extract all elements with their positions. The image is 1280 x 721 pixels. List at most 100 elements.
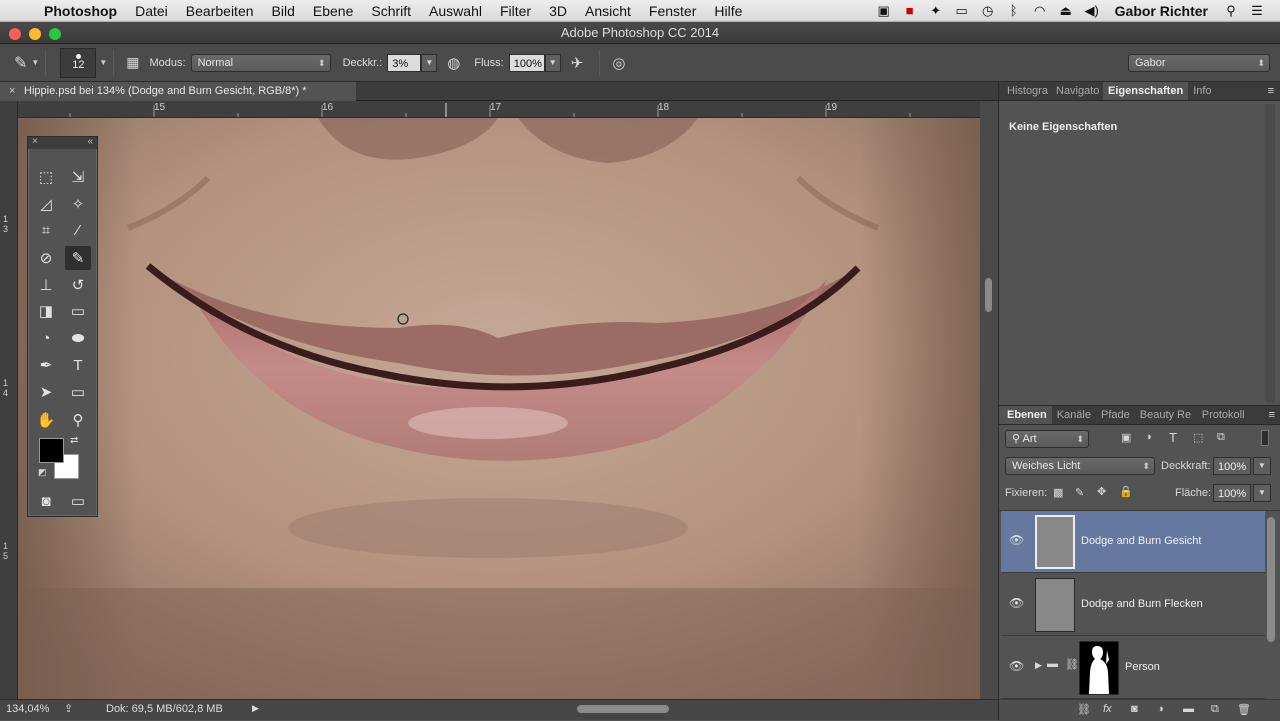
- menu-filter[interactable]: Filter: [491, 3, 540, 19]
- filter-type-icon[interactable]: T: [1169, 430, 1177, 445]
- lock-all-icon[interactable]: 🔒: [1119, 485, 1133, 498]
- quick-select-tool-icon[interactable]: ✧: [65, 192, 91, 216]
- shape-tool-icon[interactable]: ▭: [65, 380, 91, 404]
- menu-app[interactable]: Photoshop: [44, 3, 126, 19]
- tab-histogram[interactable]: Histogra: [999, 82, 1051, 100]
- pressure-opacity-icon[interactable]: ◍: [447, 54, 460, 72]
- filter-shape-icon[interactable]: ⬚: [1193, 431, 1203, 444]
- healing-brush-tool-icon[interactable]: ⊘: [33, 246, 59, 270]
- eyedropper-tool-icon[interactable]: ⁄: [65, 218, 91, 242]
- quick-mask-icon[interactable]: ◙: [33, 489, 59, 513]
- tab-navigator[interactable]: Navigato: [1051, 82, 1103, 100]
- tab-history[interactable]: Protokoll: [1197, 406, 1250, 424]
- menu-schrift[interactable]: Schrift: [362, 3, 420, 19]
- brush-panel-icon[interactable]: ▦: [126, 54, 139, 71]
- clone-stamp-tool-icon[interactable]: ⊥: [33, 273, 59, 297]
- modus-select[interactable]: Normal: [190, 53, 331, 72]
- delete-layer-icon[interactable]: 🗑: [1237, 703, 1251, 716]
- menu-ebene[interactable]: Ebene: [304, 3, 362, 19]
- zoom-level[interactable]: 134,04%: [6, 703, 49, 715]
- swap-colors-icon[interactable]: ⇄: [70, 435, 78, 446]
- visibility-eye-icon[interactable]: 👁: [1009, 659, 1024, 673]
- zoom-window-button[interactable]: [49, 28, 61, 40]
- screen-mode-icon[interactable]: ▭: [65, 489, 91, 513]
- layers-menu-icon[interactable]: ≡: [1269, 406, 1280, 424]
- hand-tool-icon[interactable]: ✋: [33, 408, 59, 432]
- menu-auswahl[interactable]: Auswahl: [420, 3, 491, 19]
- layer-row[interactable]: 👁 Dodge and Burn Gesicht: [1001, 511, 1265, 573]
- menu-ansicht[interactable]: Ansicht: [576, 3, 640, 19]
- brush-tool-icon[interactable]: ✎: [65, 246, 91, 270]
- airbrush-icon[interactable]: ✈: [571, 54, 584, 72]
- filter-pixel-icon[interactable]: ▣: [1121, 431, 1131, 444]
- airplay-icon[interactable]: ▭: [949, 3, 975, 19]
- document-tab[interactable]: × Hippie.psd bei 134% (Dodge and Burn Ge…: [0, 82, 356, 101]
- flow-dropdown-icon[interactable]: ▼: [544, 53, 561, 72]
- volume-icon[interactable]: ◀): [1079, 3, 1105, 19]
- time-machine-icon[interactable]: ◷: [975, 3, 1001, 19]
- lasso-tool-icon[interactable]: ◿: [33, 192, 59, 216]
- tab-properties[interactable]: Eigenschaften: [1103, 82, 1189, 100]
- close-window-button[interactable]: [9, 28, 21, 40]
- new-layer-icon[interactable]: ⧉: [1211, 703, 1219, 716]
- menu-bearbeiten[interactable]: Bearbeiten: [177, 3, 263, 19]
- zoom-tool-icon[interactable]: ⚲: [65, 408, 91, 432]
- share-icon[interactable]: ⇪: [64, 702, 73, 715]
- vertical-scrollbar[interactable]: [980, 101, 998, 699]
- layer-filter-select[interactable]: ⚲ Art: [1005, 430, 1089, 448]
- tab-paths[interactable]: Pfade: [1096, 406, 1135, 424]
- minimize-window-button[interactable]: [29, 28, 41, 40]
- pressure-size-icon[interactable]: ◎: [612, 54, 625, 72]
- opacity-dropdown-icon[interactable]: ▼: [421, 53, 438, 72]
- marquee-tool-icon[interactable]: ⬚: [33, 165, 59, 189]
- properties-scrollbar[interactable]: [1265, 104, 1275, 402]
- collapse-tools-icon[interactable]: «: [87, 136, 93, 147]
- link-icon[interactable]: ⛓: [1065, 658, 1079, 671]
- layer-row[interactable]: 👁 Dodge and Burn Flecken: [1001, 574, 1265, 636]
- type-tool-icon[interactable]: T: [65, 353, 91, 377]
- filter-adjustment-icon[interactable]: ◑: [1145, 431, 1152, 443]
- doc-size[interactable]: Dok: 69,5 MB/602,8 MB: [106, 703, 223, 715]
- layer-opacity-field[interactable]: 100%: [1213, 457, 1251, 475]
- link-layers-icon[interactable]: ⛓: [1077, 703, 1091, 716]
- close-tools-icon[interactable]: ×: [32, 136, 38, 147]
- crop-tool-icon[interactable]: ⌗: [33, 218, 59, 242]
- layer-row[interactable]: 👁 ▶ ▬ ⛓ Person: [1001, 637, 1265, 699]
- add-mask-icon[interactable]: ◙: [1131, 703, 1138, 715]
- tools-panel-header[interactable]: × «: [28, 136, 97, 149]
- visibility-eye-icon[interactable]: 👁: [1009, 596, 1024, 610]
- close-document-icon[interactable]: ×: [9, 82, 15, 101]
- move-tool-icon[interactable]: ⇲: [65, 165, 91, 189]
- eraser-tool-icon[interactable]: ◨: [33, 299, 59, 323]
- tab-layers[interactable]: Ebenen: [999, 406, 1052, 424]
- brush-size-picker[interactable]: 12: [60, 47, 97, 78]
- lock-image-icon[interactable]: ✎: [1075, 486, 1084, 499]
- blend-mode-select[interactable]: Weiches Licht: [1005, 457, 1155, 475]
- layer-opacity-dropdown-icon[interactable]: ▼: [1253, 457, 1271, 475]
- scroll-thumb[interactable]: [985, 278, 992, 312]
- menu-bild[interactable]: Bild: [263, 3, 304, 19]
- lock-position-icon[interactable]: ✥: [1097, 485, 1106, 498]
- expand-group-icon[interactable]: ▶: [1035, 660, 1042, 671]
- eject-icon[interactable]: ⏏: [1053, 3, 1079, 19]
- brush-tool-preset-icon[interactable]: ✎: [14, 53, 27, 73]
- horizontal-scrollbar[interactable]: [577, 705, 669, 713]
- notification-list-icon[interactable]: ☰: [1244, 3, 1270, 19]
- filter-toggle[interactable]: [1261, 430, 1269, 446]
- menu-fenster[interactable]: Fenster: [640, 3, 705, 19]
- horizontal-ruler[interactable]: 15 16 17 18 19: [18, 101, 980, 118]
- layers-scrollbar[interactable]: [1267, 517, 1275, 642]
- dodge-tool-icon[interactable]: ⬬: [65, 326, 91, 350]
- tab-channels[interactable]: Kanäle: [1052, 406, 1096, 424]
- path-select-tool-icon[interactable]: ➤: [33, 380, 59, 404]
- document-canvas[interactable]: [18, 118, 980, 699]
- history-brush-tool-icon[interactable]: ↺: [65, 273, 91, 297]
- fill-field[interactable]: 100%: [1213, 484, 1251, 502]
- layer-style-fx-icon[interactable]: fx: [1103, 703, 1112, 715]
- filter-smart-object-icon[interactable]: ⧉: [1217, 431, 1225, 444]
- lock-transparency-icon[interactable]: ▩: [1053, 486, 1063, 499]
- display-icon[interactable]: ▣: [871, 3, 897, 19]
- tab-info[interactable]: Info: [1188, 82, 1216, 100]
- new-adjustment-icon[interactable]: ◑: [1157, 703, 1164, 715]
- workspace-select[interactable]: Gabor: [1128, 53, 1270, 72]
